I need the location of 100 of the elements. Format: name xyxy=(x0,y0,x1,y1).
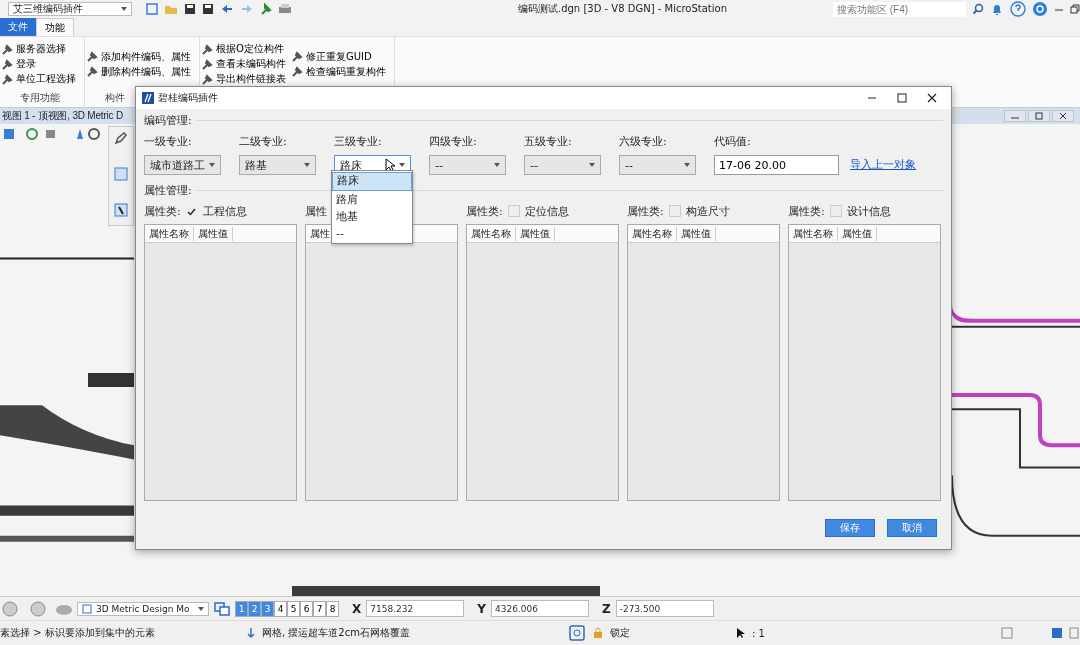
ribbon-button[interactable]: 根据O定位构件 xyxy=(202,41,286,57)
code-value-field[interactable]: 17-06 20.00 xyxy=(714,155,839,175)
snap-icon[interactable] xyxy=(568,624,586,642)
column-header: 属性值 xyxy=(677,226,716,241)
wrench-icon xyxy=(202,58,213,70)
wrench-icon xyxy=(2,58,13,70)
workflow-dropdown[interactable]: 艾三维编码插件 xyxy=(8,2,132,16)
dropdown-option[interactable]: 地基 xyxy=(332,208,412,225)
category-label: 属性类: xyxy=(627,203,664,219)
field-label: 五级专业: xyxy=(524,134,573,149)
category-name: 设计信息 xyxy=(846,203,891,219)
pencil-icon[interactable] xyxy=(114,131,128,145)
save-icon[interactable] xyxy=(184,3,196,15)
dialog-button[interactable]: 取消 xyxy=(887,519,937,537)
search-field[interactable]: 搜索功能区 (F4) xyxy=(832,1,966,17)
save-all-icon[interactable] xyxy=(202,3,214,15)
category-label: 属性类: xyxy=(144,203,181,219)
level-dropdown[interactable]: -- xyxy=(619,155,696,175)
close-icon[interactable] xyxy=(1052,110,1074,122)
dialog-button[interactable]: 保存 xyxy=(825,519,875,537)
view-toggle[interactable]: 3 xyxy=(261,600,274,617)
view-toggle[interactable]: 8 xyxy=(326,600,339,617)
level-dropdown[interactable]: 城市道路工 xyxy=(144,155,221,175)
search-icon[interactable] xyxy=(971,3,984,15)
ribbon-button[interactable]: 导出构件链接表 xyxy=(202,71,286,87)
group-label: 专用功能 xyxy=(20,91,60,105)
field-label: 二级专业: xyxy=(239,134,288,149)
group-label: 构件 xyxy=(105,91,125,105)
arrow-down-icon xyxy=(246,627,256,639)
ribbon-button[interactable]: 添加构件编码、属性 xyxy=(87,49,191,64)
status-message: 网格, 摆运超车道2cm石网格覆盖 xyxy=(262,626,411,640)
dropdown-option[interactable]: -- xyxy=(332,225,412,242)
import-link[interactable]: 导入上一对象 xyxy=(850,157,916,172)
category-name: 工程信息 xyxy=(202,203,247,219)
maximize-icon[interactable] xyxy=(897,93,907,103)
field-label: 三级专业: xyxy=(334,134,383,149)
view-toggle[interactable]: 7 xyxy=(313,600,326,617)
level-dropdown[interactable]: -- xyxy=(429,155,506,175)
pin-icon[interactable] xyxy=(260,3,272,15)
document-icon[interactable] xyxy=(146,3,158,15)
ribbon-tab[interactable]: 文件 xyxy=(0,18,36,36)
ribbon-button[interactable]: 单位工程选择 xyxy=(2,71,76,87)
wrench-icon xyxy=(292,66,303,77)
view-toggle[interactable]: 6 xyxy=(300,600,313,617)
views-icon[interactable] xyxy=(214,601,230,616)
view-toggle[interactable]: 5 xyxy=(287,600,300,617)
dropdown-option[interactable]: 路肩 xyxy=(332,191,412,208)
view-title: 视图 1 - 顶视图, 3D Metric D xyxy=(2,109,123,123)
category-label: 属性 xyxy=(305,203,327,219)
model-icon xyxy=(82,603,92,614)
wrench-icon xyxy=(87,51,98,62)
printer-icon[interactable] xyxy=(278,3,292,15)
ribbon-button[interactable]: 检查编码重复构件 xyxy=(292,64,386,79)
section-heading: 编码管理: xyxy=(144,113,192,128)
view-toggle[interactable]: 1 xyxy=(235,600,248,617)
ribbon-button[interactable]: 修正重复GUID xyxy=(292,49,386,64)
dialog-title: 碧桂编码插件 xyxy=(158,91,218,105)
coordinate-field[interactable]: 7158.232 xyxy=(366,600,465,617)
checkbox[interactable] xyxy=(507,205,520,217)
view-toggle[interactable]: 2 xyxy=(248,600,261,617)
column-header: 属性值 xyxy=(516,226,555,241)
section-heading: 属性管理: xyxy=(144,183,192,198)
field-label: 六级专业: xyxy=(619,134,668,149)
column-header: 属性名称 xyxy=(467,226,516,241)
checkbox[interactable] xyxy=(829,205,842,217)
close-icon[interactable] xyxy=(927,93,937,103)
ribbon-button[interactable]: 服务器选择 xyxy=(2,41,76,57)
field-label: 代码值: xyxy=(714,134,752,149)
column-header: 属性值 xyxy=(838,226,877,241)
navigation-icon[interactable] xyxy=(2,600,72,617)
view-toggle[interactable]: 4 xyxy=(274,600,287,617)
wrench-icon xyxy=(2,73,13,85)
coordinate-field[interactable]: 4326.006 xyxy=(490,600,589,617)
lock-status: 锁定 xyxy=(610,626,631,640)
ribbon-button[interactable]: 删除构件编码、属性 xyxy=(87,64,191,79)
restore-icon[interactable] xyxy=(1069,4,1080,14)
help-icon[interactable] xyxy=(1009,1,1026,17)
minimize-icon[interactable] xyxy=(1004,110,1026,122)
category-label: 属性类: xyxy=(466,203,503,219)
ribbon-button[interactable]: 登录 xyxy=(2,56,76,72)
lock-icon[interactable] xyxy=(592,627,604,639)
column-header: 属性值 xyxy=(194,226,233,241)
category-name: 构造尺寸 xyxy=(685,203,730,219)
level-dropdown[interactable]: -- xyxy=(524,155,601,175)
model-dropdown[interactable]: 3D Metric Design Mo xyxy=(77,601,209,616)
checkbox[interactable] xyxy=(668,205,681,217)
view-tools-icon[interactable] xyxy=(2,127,102,141)
level-dropdown[interactable]: 路基 xyxy=(239,155,316,175)
hatched-area xyxy=(88,373,134,388)
category-label: 属性类: xyxy=(788,203,825,219)
dropdown-option[interactable]: 路床 xyxy=(332,172,412,191)
tool-icon[interactable] xyxy=(114,203,128,217)
axis-label: Y xyxy=(477,601,486,616)
axis-label: Z xyxy=(601,601,611,616)
ribbon-button[interactable]: 查看未编码构件 xyxy=(202,56,286,72)
field-label: 四级专业: xyxy=(429,134,478,149)
ribbon-tab[interactable]: 功能 xyxy=(36,18,74,36)
wrench-icon xyxy=(202,73,213,85)
coordinate-field[interactable]: -273.500 xyxy=(615,600,714,617)
undo-icon[interactable] xyxy=(220,3,234,15)
